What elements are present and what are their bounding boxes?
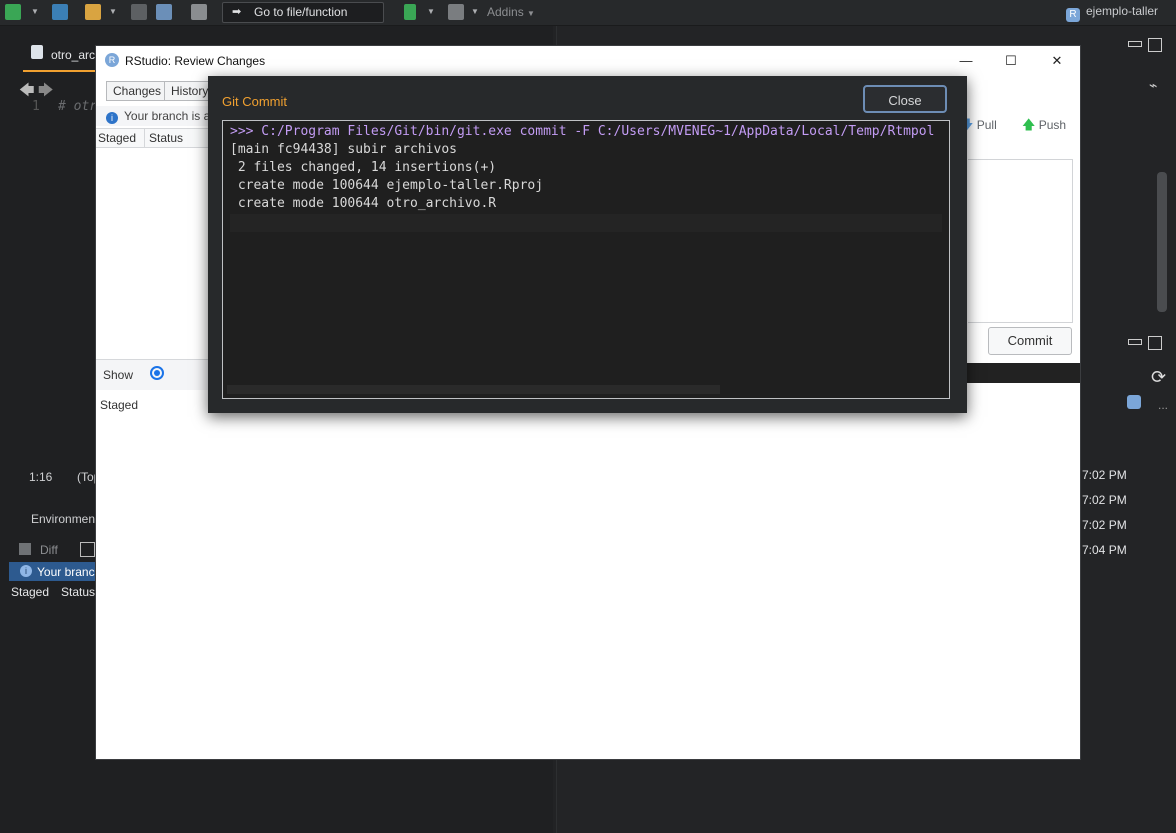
close-button[interactable]: Close [863, 85, 947, 113]
info-icon: i [106, 112, 118, 124]
history-time: 7:02 PM [1082, 493, 1127, 507]
vcs-icon[interactable] [404, 4, 416, 20]
r-project-icon [1127, 395, 1141, 409]
arrow-right-icon: ➡ [232, 6, 242, 18]
console-line: create mode 100644 ejemplo-taller.Rproj [230, 178, 544, 193]
editor-tab-label: otro_arc [51, 48, 96, 62]
git-console-output[interactable]: >>> C:/Program Files/Git/bin/git.exe com… [222, 120, 950, 399]
console-line: 2 files changed, 14 insertions(+) [230, 160, 497, 175]
console-line: create mode 100644 otro_archivo.R [230, 196, 497, 211]
push-label: Push [1038, 118, 1067, 132]
diff-button[interactable]: Diff [40, 543, 58, 557]
chevron-down-icon[interactable]: ▼ [31, 7, 39, 16]
more-icon[interactable]: ... [1158, 398, 1168, 412]
new-file-icon[interactable] [5, 4, 21, 20]
print-icon[interactable] [191, 4, 207, 20]
editor-tab[interactable]: otro_arc [23, 40, 103, 72]
minimize-pane-icon[interactable] [1128, 41, 1142, 47]
chevron-down-icon[interactable]: ▼ [427, 7, 435, 16]
branch-info-bar: i Your branch is a [96, 106, 216, 126]
chevron-down-icon[interactable]: ▼ [109, 7, 117, 16]
go-to-file-input[interactable]: ➡ Go to file/function [222, 2, 384, 23]
console-text: >>> C:/Program Files/Git/bin/git.exe com… [223, 121, 949, 213]
cursor-position: 1:16 [29, 470, 53, 484]
console-line: [main fc94438] subir archivos [230, 142, 457, 157]
col-staged[interactable]: Staged [98, 129, 136, 147]
console-command: >>> C:/Program Files/Git/bin/git.exe com… [230, 124, 935, 139]
git-commit-dialog: Git Commit Close >>> C:/Program Files/Gi… [208, 76, 967, 413]
horizontal-scrollbar[interactable] [227, 385, 720, 394]
maximize-button[interactable]: ☐ [1001, 52, 1021, 70]
console-highlight [230, 214, 942, 232]
refresh-icon[interactable]: ⟳ [1151, 368, 1166, 386]
branch-info-bar: i Your branc [9, 562, 96, 581]
commit-button[interactable]: Commit [988, 327, 1072, 355]
new-project-icon[interactable] [52, 4, 68, 20]
go-to-file-label: Go to file/function [254, 5, 348, 19]
tab-environment[interactable]: Environment [31, 512, 98, 526]
chevron-down-icon[interactable]: ▼ [471, 7, 479, 16]
tab-changes[interactable]: Changes [106, 81, 169, 101]
scrollbar[interactable] [1157, 172, 1167, 312]
show-label: Show [103, 368, 134, 382]
window-title: RStudio: Review Changes [125, 54, 266, 68]
broom-icon[interactable]: ⌁ [1149, 77, 1165, 93]
pull-label: Pull [976, 118, 997, 132]
forward-arrow-icon[interactable]: 🡆 [38, 80, 54, 105]
col-status[interactable]: Status [144, 129, 183, 147]
git-commit-title: Git Commit [222, 94, 287, 109]
save-all-icon[interactable] [156, 4, 172, 20]
commit-message-input[interactable] [968, 159, 1073, 323]
history-time: 7:04 PM [1082, 543, 1127, 557]
chevron-down-icon: ▼ [527, 9, 535, 18]
r-project-icon: R [1066, 8, 1080, 22]
line-number: 1 [32, 99, 40, 114]
branch-info-text: Your branch is a [124, 109, 211, 123]
minimize-button[interactable]: — [956, 52, 976, 70]
branch-info-text: Your branc [37, 565, 95, 579]
staged-radio[interactable] [150, 366, 165, 380]
push-arrow-icon: 🡅 [1022, 117, 1036, 132]
info-icon: i [20, 565, 32, 577]
history-time: 7:02 PM [1082, 518, 1127, 532]
col-staged[interactable]: Staged [11, 585, 49, 599]
window-titlebar: R RStudio: Review Changes — ☐ ✕ [96, 46, 1080, 76]
col-status[interactable]: Status [61, 585, 95, 599]
staged-radio-label[interactable]: Staged [100, 398, 138, 412]
r-file-icon [31, 45, 43, 59]
addins-label: Addins [487, 5, 524, 19]
project-menu[interactable]: Rejemplo-taller [1066, 4, 1158, 22]
diff-icon [19, 543, 31, 555]
divider-strip [966, 363, 1080, 383]
maximize-pane-icon[interactable] [1148, 38, 1162, 52]
commit-check-icon[interactable] [80, 542, 95, 557]
show-filter-row: Show Staged [96, 359, 208, 412]
push-button[interactable]: 🡅 Push [1022, 116, 1066, 138]
code-comment: # otr [58, 99, 98, 114]
grid-layout-icon[interactable] [448, 4, 464, 20]
addins-menu[interactable]: Addins ▼ [487, 5, 535, 19]
close-window-button[interactable]: ✕ [1047, 52, 1067, 70]
file-list-header: Staged Status [96, 128, 216, 148]
minimize-pane-icon[interactable] [1128, 339, 1142, 345]
save-icon[interactable] [131, 4, 147, 20]
maximize-pane-icon[interactable] [1148, 336, 1162, 350]
open-folder-icon[interactable] [85, 4, 101, 20]
history-time: 7:02 PM [1082, 468, 1127, 482]
project-label: ejemplo-taller [1086, 4, 1159, 18]
rstudio-icon: R [105, 53, 119, 67]
main-toolbar: ▼ ▼ ➡ Go to file/function ▼ ▼ Addins ▼ R… [0, 0, 1176, 26]
